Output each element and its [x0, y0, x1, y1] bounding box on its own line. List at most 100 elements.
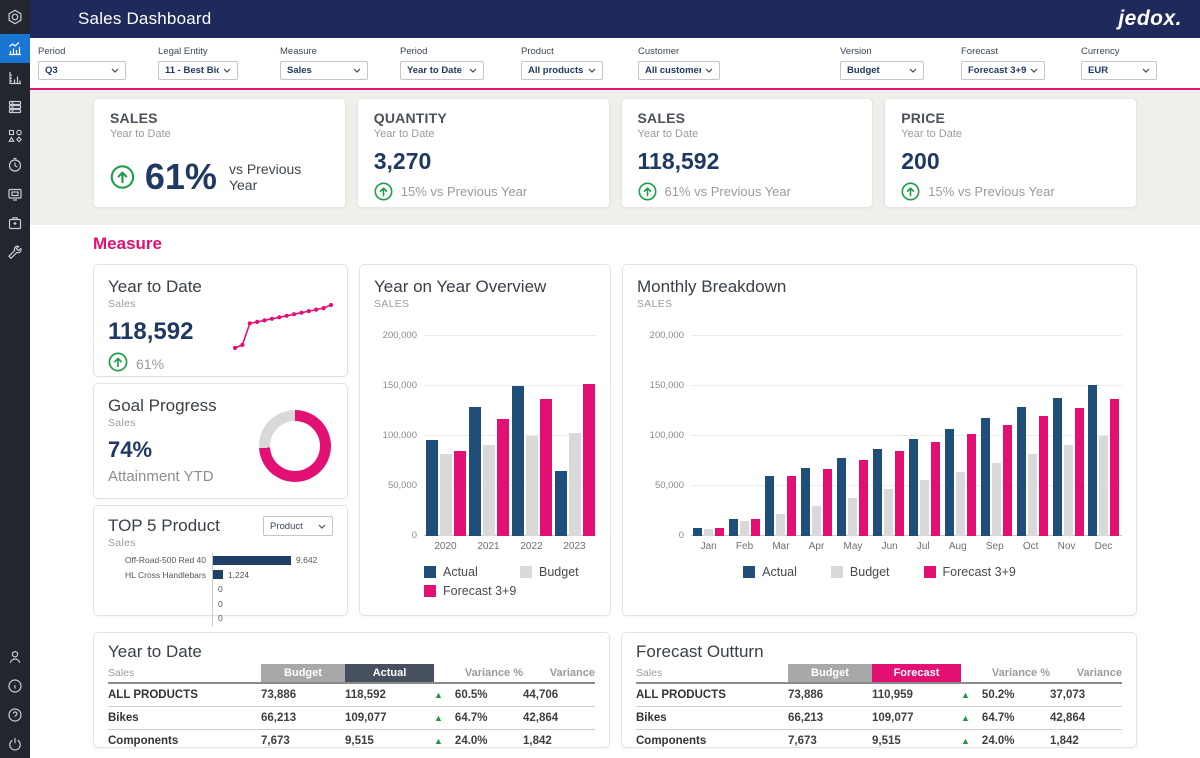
variance-pct-value: 24.0% [455, 735, 488, 747]
row-label: Bikes [108, 707, 261, 729]
reports-nav-icon[interactable] [0, 34, 30, 63]
chevron-down-icon [223, 68, 231, 73]
top5-header: TOP 5 Product Sales Product [108, 516, 333, 549]
kpi-big-delta-value: 61% [145, 156, 217, 198]
filter-period: PeriodQ3 [38, 46, 126, 80]
filter-version: VersionBudget [840, 46, 924, 80]
user-icon[interactable] [0, 642, 30, 671]
top5-bar-label: HL Cross Handlebars [108, 570, 212, 580]
marketplace-nav-icon[interactable] [0, 208, 30, 237]
chart-subtitle: SALES [637, 298, 1122, 310]
chevron-down-icon [469, 68, 477, 73]
presentation-nav-icon[interactable] [0, 179, 30, 208]
page-title: Sales Dashboard [78, 9, 211, 29]
y-axis-tick-label: 200,000 [650, 330, 684, 341]
top5-bar-chart: Off-Road-500 Red 409,642 HL Cross Handleb… [108, 553, 333, 626]
top5-bar-row: 0 [108, 582, 333, 597]
bar-forecast-3+9 [787, 476, 796, 536]
donut-hole [270, 421, 320, 471]
trend-up-triangle-icon: ▲ [961, 713, 970, 723]
filter-product-select[interactable]: All products [521, 61, 603, 80]
bar-budget [526, 436, 538, 536]
chart-title: Year on Year Overview [374, 277, 596, 297]
trend-up-triangle-icon: ▲ [434, 713, 443, 723]
up-arrow-circle-icon [110, 164, 135, 190]
chart-legend: ActualBudgetForecast 3+9 [637, 565, 1122, 579]
administration-nav-icon[interactable] [0, 237, 30, 266]
legend-swatch [424, 585, 436, 597]
jedox-logo-icon[interactable] [0, 0, 30, 34]
table-title: Forecast Outturn [636, 642, 1122, 662]
filter-value: Budget [847, 65, 905, 76]
kpi-delta-text: 15% vs Previous Year [928, 184, 1054, 199]
designer-nav-icon[interactable] [0, 63, 30, 92]
variance-pct-value: 50.2% [982, 689, 1015, 701]
legend-item-budget: Budget [831, 565, 890, 579]
table-measure-label: Sales [108, 664, 261, 682]
top5-product-select[interactable]: Product [263, 516, 333, 536]
bar-group-may [837, 336, 868, 536]
bar-forecast-3+9 [540, 399, 552, 536]
chart-legend: ActualBudgetForecast 3+9 [424, 565, 596, 598]
cell-budget: 7,673 [261, 730, 345, 752]
filter-measure-select[interactable]: Sales [280, 61, 368, 80]
filter-currency-select[interactable]: EUR [1081, 61, 1157, 80]
info-icon[interactable] [0, 671, 30, 700]
x-axis-tick-label: Mar [772, 541, 789, 552]
bar-forecast-3+9 [497, 419, 509, 536]
y-axis-tick-label: 150,000 [383, 380, 417, 391]
x-axis-tick-label: 2021 [477, 541, 499, 552]
top5-bar-row: Off-Road-500 Red 409,642 [108, 553, 333, 568]
bar-forecast-3+9 [931, 442, 940, 536]
kpi-value: 3,270 [374, 148, 593, 175]
row-label: Components [108, 730, 261, 752]
tables-row: Year to Date SalesBudgetActualVariance %… [93, 632, 1137, 748]
filter-customer-select[interactable]: All customers [638, 61, 720, 80]
bar-forecast-3+9 [859, 460, 868, 536]
bar-budget [992, 463, 1001, 536]
x-axis-tick-label: Jul [917, 541, 930, 552]
trend-up-triangle-icon: ▲ [961, 736, 970, 746]
filter-period-select[interactable]: Q3 [38, 61, 126, 80]
filter-value: Year to Date [407, 65, 465, 76]
kpi-subtitle: Year to Date [374, 128, 593, 140]
x-axis-labels: JanFebMarAprMayJunJulAugSepOctNovDec [691, 541, 1122, 552]
legend-label: Actual [443, 565, 478, 579]
logout-power-icon[interactable] [0, 729, 30, 758]
kpi-delta-row: 61% vs Previous Year [638, 182, 857, 201]
ytd-delta-text: 61% [136, 356, 164, 372]
bar-forecast-3+9 [1039, 416, 1048, 536]
filter-period-select[interactable]: Year to Date [400, 61, 484, 80]
row-label: Components [636, 730, 788, 752]
left-column: Year to Date Sales 118,592 61% Goal Prog… [93, 264, 348, 616]
bar-actual [512, 386, 524, 537]
filter-forecast-select[interactable]: Forecast 3+9 [961, 61, 1045, 80]
up-arrow-circle-icon [108, 352, 128, 375]
table-measure-label: Sales [636, 664, 788, 682]
bar-forecast-3+9 [715, 528, 724, 536]
modeler-nav-icon[interactable] [0, 121, 30, 150]
bar-forecast-3+9 [1003, 425, 1012, 536]
cell-budget: 66,213 [261, 707, 345, 729]
card-title: Year to Date [108, 277, 333, 297]
filter-legal-entity-select[interactable]: 11 - Best Bicycl [158, 61, 238, 80]
filter-value: EUR [1088, 65, 1138, 76]
filter-version-select[interactable]: Budget [840, 61, 924, 80]
column-header-variance: Variance [1050, 664, 1122, 682]
filter-label: Forecast [961, 46, 1045, 57]
legend-label: Budget [850, 565, 890, 579]
cell-variance-: ▲ 64.7% [961, 707, 1050, 729]
bar-group-2020 [426, 336, 466, 536]
scheduler-nav-icon[interactable] [0, 150, 30, 179]
variance-pct-value: 64.7% [982, 712, 1015, 724]
goal-progress-card: Goal Progress Sales 74% Attainment YTD [93, 383, 348, 499]
database-nav-icon[interactable] [0, 92, 30, 121]
legend-label: Budget [539, 565, 579, 579]
variance-pct-value: 64.7% [455, 712, 488, 724]
help-icon[interactable] [0, 700, 30, 729]
kpi-delta-suffix: vs Previous Year [229, 161, 329, 193]
ytd-delta: 61% [108, 352, 333, 375]
filter-label: Product [521, 46, 603, 57]
bar-budget [776, 514, 785, 536]
sidebar [0, 0, 30, 758]
